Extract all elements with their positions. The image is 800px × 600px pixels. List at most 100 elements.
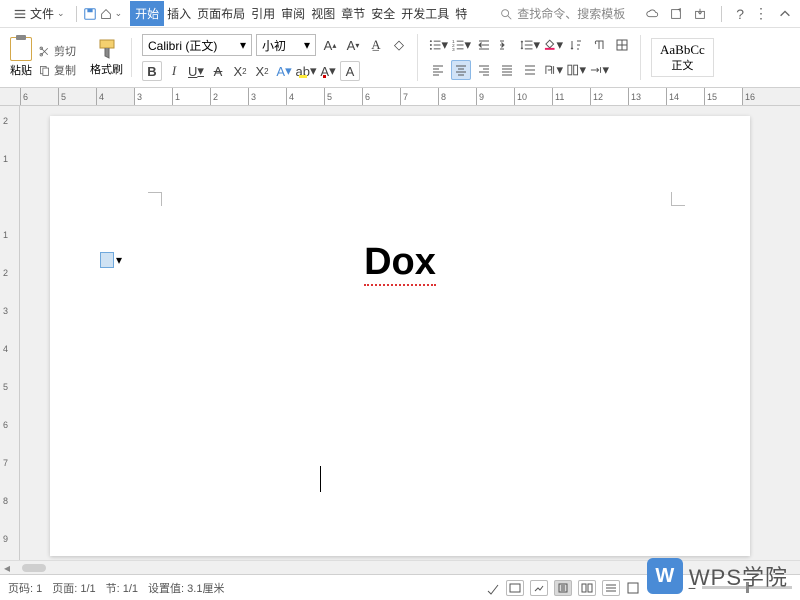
- spellcheck-word: Dox: [364, 242, 436, 286]
- draft-view-button[interactable]: [602, 580, 620, 596]
- horizontal-ruler[interactable]: 6 5 4 3 1 2 3 4 5 6 7 8 9 10 11 12 13 14…: [0, 88, 800, 106]
- ruler-tick: 1: [3, 230, 8, 240]
- ruler-tick: 9: [476, 88, 514, 105]
- style-normal[interactable]: AaBbCc 正文: [651, 38, 714, 77]
- read-view-button[interactable]: [506, 580, 524, 596]
- copy-button[interactable]: 复制: [38, 62, 76, 78]
- align-distribute-button[interactable]: [520, 60, 540, 80]
- cloud-icon[interactable]: [645, 7, 659, 21]
- svg-text:3: 3: [452, 47, 455, 52]
- change-case-button[interactable]: A̲: [366, 35, 386, 55]
- ruler-tick: 6: [20, 88, 58, 105]
- tab-devtools[interactable]: 开发工具: [398, 1, 452, 26]
- increase-font-button[interactable]: A▴: [320, 35, 340, 55]
- scrollbar-thumb[interactable]: [22, 564, 46, 572]
- paste-label: 粘贴: [10, 62, 32, 78]
- ruler-tick: 1: [3, 154, 8, 164]
- status-page[interactable]: 页面: 1/1: [52, 580, 95, 596]
- ruler-tick: 7: [400, 88, 438, 105]
- text-effects-button[interactable]: A ▾: [274, 61, 294, 81]
- status-setvalue[interactable]: 设置值: 3.1厘米: [148, 580, 224, 596]
- page[interactable]: ▾ Dox: [50, 116, 750, 556]
- superscript-button[interactable]: X2: [230, 61, 250, 81]
- font-color-button[interactable]: A ▾: [318, 61, 338, 81]
- paste-button[interactable]: 粘贴: [10, 37, 32, 78]
- increase-indent-button[interactable]: [497, 35, 517, 55]
- ruler-tick: 4: [96, 88, 134, 105]
- print-view-button[interactable]: [554, 580, 572, 596]
- font-size-combo[interactable]: 小初 ▾: [256, 34, 316, 56]
- bold-button[interactable]: B: [142, 61, 162, 81]
- ruler-tick: 6: [3, 420, 8, 430]
- search-placeholder: 查找命令、搜索模板: [517, 5, 625, 22]
- align-left-button[interactable]: [428, 60, 448, 80]
- bullet-list-button[interactable]: ▾: [428, 35, 448, 55]
- decrease-indent-button[interactable]: [474, 35, 494, 55]
- underline-button[interactable]: U ▾: [186, 61, 206, 81]
- ruler-tick: 13: [628, 88, 666, 105]
- outline-view-button[interactable]: [578, 580, 596, 596]
- ruler-tick: 3: [134, 88, 172, 105]
- status-page-code[interactable]: 页码: 1: [8, 580, 42, 596]
- cut-button[interactable]: 剪切: [38, 43, 76, 59]
- ruler-tick: 8: [438, 88, 476, 105]
- fullscreen-icon[interactable]: [626, 581, 640, 595]
- columns-button[interactable]: ▾: [566, 60, 586, 80]
- tab-page-layout[interactable]: 页面布局: [194, 1, 248, 26]
- clear-format-button[interactable]: ◇: [389, 35, 409, 55]
- decrease-font-button[interactable]: A▾: [343, 35, 363, 55]
- tab-insert[interactable]: 插入: [164, 1, 194, 26]
- chevron-down-icon: ▾: [304, 38, 310, 52]
- font-family-combo[interactable]: Calibri (正文) ▾: [142, 34, 252, 56]
- tab-review[interactable]: 审阅: [278, 1, 308, 26]
- web-view-button[interactable]: [530, 580, 548, 596]
- export-icon[interactable]: [693, 7, 707, 21]
- format-painter-label: 格式刷: [90, 61, 123, 77]
- number-list-button[interactable]: 123▾: [451, 35, 471, 55]
- borders-button[interactable]: [612, 35, 632, 55]
- highlight-button[interactable]: ab ▾: [296, 61, 316, 81]
- ruler-tick: 3: [248, 88, 286, 105]
- watermark-text: WPS学院: [689, 560, 788, 592]
- help-icon[interactable]: ?: [736, 6, 744, 22]
- line-spacing-button[interactable]: ▾: [520, 35, 540, 55]
- shading-button[interactable]: ▾: [543, 35, 563, 55]
- phonetic-button[interactable]: A: [340, 61, 360, 81]
- hamburger-menu[interactable]: 文件 ⌄: [8, 2, 70, 25]
- scroll-left-icon[interactable]: ◂: [4, 561, 10, 575]
- tabs-button[interactable]: ▾: [589, 60, 609, 80]
- subscript-button[interactable]: X2: [252, 61, 272, 81]
- document-canvas[interactable]: ▾ Dox: [20, 106, 800, 574]
- collapse-ribbon-icon[interactable]: [778, 7, 792, 21]
- share-icon[interactable]: [669, 7, 683, 21]
- vertical-ruler[interactable]: 2 1 1 2 3 4 5 6 7 8 9: [0, 106, 20, 574]
- tab-security[interactable]: 安全: [368, 1, 398, 26]
- save-icon[interactable]: [83, 7, 97, 21]
- more-icon[interactable]: ⋮: [754, 5, 768, 22]
- format-painter-button[interactable]: 格式刷: [90, 38, 123, 77]
- text-direction-button[interactable]: ▾: [543, 60, 563, 80]
- tab-start[interactable]: 开始: [130, 1, 164, 26]
- document-body-text[interactable]: Dox: [50, 241, 750, 286]
- align-center-button[interactable]: [451, 60, 471, 80]
- spellcheck-icon[interactable]: [486, 581, 500, 595]
- text-cursor: [320, 466, 321, 492]
- align-justify-button[interactable]: [497, 60, 517, 80]
- ribbon: 粘贴 剪切 复制 格式刷 Calibri (正文) ▾: [0, 28, 800, 88]
- sort-button[interactable]: [566, 35, 586, 55]
- show-marks-button[interactable]: [589, 35, 609, 55]
- tab-extra[interactable]: 特: [452, 1, 470, 26]
- align-right-button[interactable]: [474, 60, 494, 80]
- ruler-tick: 10: [514, 88, 552, 105]
- ruler-tick: 15: [704, 88, 742, 105]
- margin-corner-icon: [148, 192, 162, 206]
- tab-view[interactable]: 视图: [308, 1, 338, 26]
- tab-references[interactable]: 引用: [248, 1, 278, 26]
- command-search[interactable]: 查找命令、搜索模板: [499, 5, 625, 22]
- home-icon[interactable]: [99, 7, 113, 21]
- ruler-tick: 2: [210, 88, 248, 105]
- italic-button[interactable]: I: [164, 61, 184, 81]
- strikethrough-button[interactable]: A: [208, 61, 228, 81]
- tab-sections[interactable]: 章节: [338, 1, 368, 26]
- status-section[interactable]: 节: 1/1: [106, 580, 138, 596]
